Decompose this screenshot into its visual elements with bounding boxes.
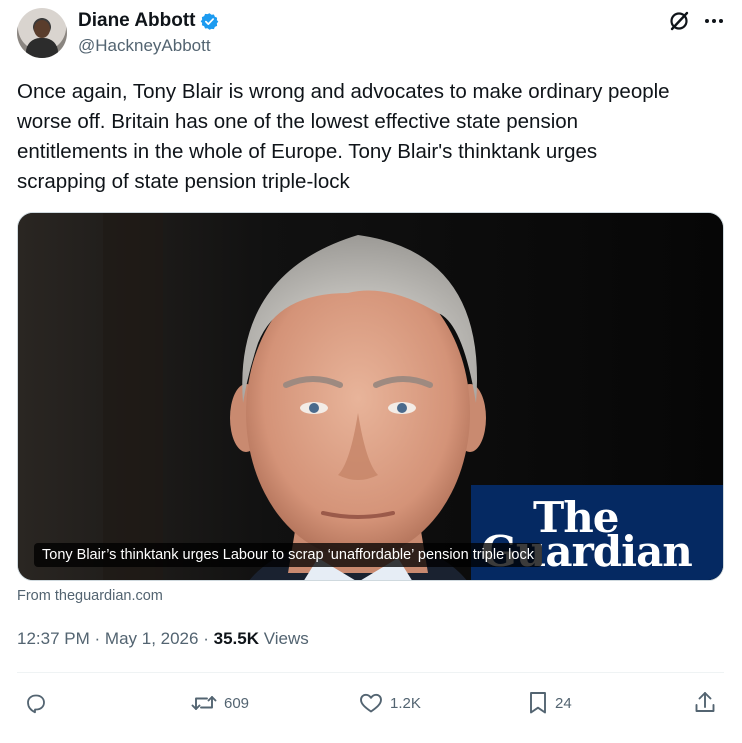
tweet-text-line: scrapping of state pension triple-lock bbox=[17, 170, 350, 193]
avatar-face bbox=[34, 20, 50, 38]
action-bar: 609 1.2K 24 bbox=[0, 688, 742, 718]
meta-separator: · bbox=[94, 629, 101, 648]
link-card-media[interactable]: The Guardian Tony Blair’s thinktank urge… bbox=[17, 212, 724, 581]
tweet-text-line: worse off. Britain has one of the lowest… bbox=[17, 110, 579, 133]
reply-button[interactable] bbox=[24, 688, 48, 718]
views-label: Views bbox=[263, 629, 309, 648]
author-display-name[interactable]: Diane Abbott bbox=[78, 10, 196, 32]
heart-icon bbox=[360, 693, 382, 713]
reply-icon bbox=[27, 694, 45, 714]
share-button[interactable] bbox=[693, 688, 717, 718]
link-card-caption: Tony Blair’s thinktank urges Labour to s… bbox=[34, 543, 542, 567]
tweet-text-line: Once again, Tony Blair is wrong and advo… bbox=[17, 80, 670, 103]
bookmark-button[interactable]: 24 bbox=[527, 688, 572, 718]
retweet-button[interactable]: 609 bbox=[190, 688, 249, 718]
author-handle[interactable]: @HackneyAbbott bbox=[78, 36, 211, 56]
views-count: 35.5K bbox=[213, 629, 259, 648]
avatar-body bbox=[26, 38, 58, 58]
verified-badge-icon bbox=[200, 12, 218, 30]
tweet-meta: 12:37 PM · May 1, 2026 · 35.5K Views bbox=[17, 629, 309, 649]
link-source[interactable]: From theguardian.com bbox=[17, 588, 163, 604]
bookmark-icon bbox=[530, 692, 546, 714]
meta-separator: · bbox=[203, 629, 209, 648]
top-actions bbox=[668, 10, 724, 32]
bookmark-count: 24 bbox=[555, 694, 572, 712]
avatar[interactable] bbox=[17, 8, 67, 58]
divider bbox=[17, 672, 724, 673]
retweet-icon bbox=[191, 696, 217, 710]
tweet-text: Once again, Tony Blair is wrong and advo… bbox=[17, 77, 717, 197]
more-options-icon[interactable] bbox=[704, 10, 724, 32]
retweet-count: 609 bbox=[224, 694, 250, 712]
like-button[interactable]: 1.2K bbox=[358, 688, 421, 718]
like-count: 1.2K bbox=[390, 694, 421, 712]
tweet-date[interactable]: May 1, 2026 bbox=[105, 629, 199, 648]
tweet-time[interactable]: 12:37 PM bbox=[17, 629, 90, 648]
author-name-row: Diane Abbott bbox=[78, 10, 219, 32]
tweet-text-line: entitlements in the whole of Europe. Ton… bbox=[17, 140, 598, 163]
share-icon bbox=[695, 692, 715, 712]
grok-icon[interactable] bbox=[668, 10, 690, 32]
